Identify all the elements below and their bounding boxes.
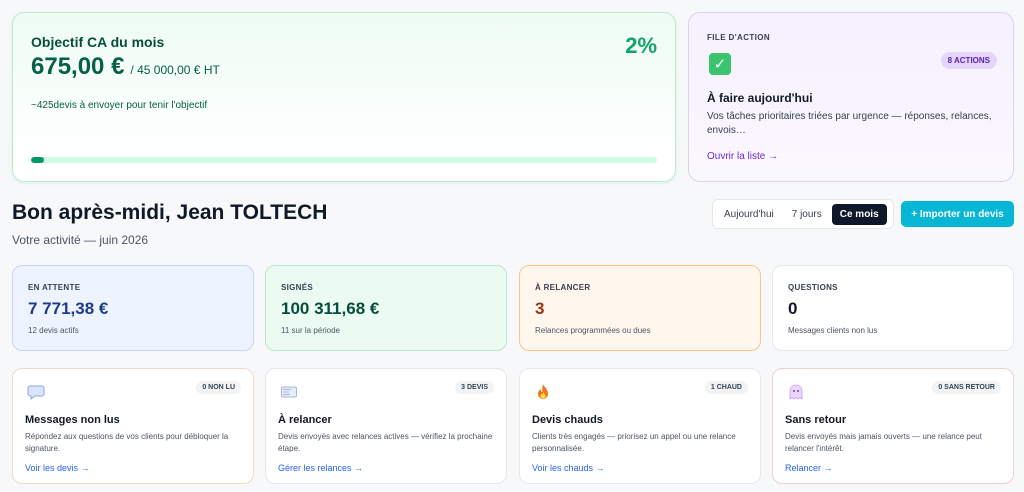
task-description: Répondez aux questions de vos clients po… [25,432,229,453]
view-quotes-link[interactable]: Voir les devis → [25,463,90,473]
stat-card-relance[interactable]: À RELANCER 3 Relances programmées ou due… [519,265,761,351]
speech-bubble-icon [27,385,45,400]
stat-card-signed[interactable]: SIGNÉS 100 311,68 € 11 sur la période [265,265,507,351]
stat-card-questions[interactable]: QUESTIONS 0 Messages clients non lus [772,265,1014,351]
period-7days-button[interactable]: 7 jours [784,204,830,225]
stat-sub: 11 sur la période [281,326,340,335]
task-title: À relancer [278,414,332,426]
objective-target: / 45 000,00 € HT [130,63,220,77]
objective-amount: 675,00 € [31,53,125,80]
period-switch: Aujourd'hui 7 jours Ce mois [712,199,894,229]
action-file-title: À faire aujourd'hui [707,91,813,105]
objective-progress-fill [31,157,44,163]
objective-title: Objectif CA du mois [31,34,165,50]
objective-amount-row: 675,00 € / 45 000,00 € HT [31,53,220,81]
task-description: Devis envoyés avec relances actives — vé… [278,432,493,453]
task-title: Messages non lus [25,414,120,426]
stat-card-pending[interactable]: EN ATTENTE 7 771,38 € 12 devis actifs [12,265,254,351]
task-badge: 0 SANS RETOUR [932,381,1001,394]
stat-value: 100 311,68 € [281,299,380,318]
envelope-icon [281,386,297,398]
objective-card: Objectif CA du mois 675,00 € / 45 000,00… [12,12,676,182]
stat-label: EN ATTENTE [28,283,81,292]
task-badge: 1 CHAUD [704,381,748,394]
task-card-relance: 3 DEVIS À relancer Devis envoyés avec re… [265,368,507,484]
action-file-card: FILE D'ACTION ✓ 8 ACTIONS À faire aujour… [688,12,1014,182]
period-today-button[interactable]: Aujourd'hui [716,204,782,225]
period-month-button[interactable]: Ce mois [831,203,887,225]
stat-label: QUESTIONS [788,283,838,292]
objective-progress-bar [31,157,657,163]
stat-sub: 12 devis actifs [28,326,79,335]
objective-percent: 2% [625,33,657,58]
open-list-link[interactable]: Ouvrir la liste → [707,151,778,162]
ghost-icon [789,384,803,400]
view-hot-link[interactable]: Voir les chauds → [532,463,605,473]
objective-note: ~425devis à envoyer pour tenir l'objecti… [31,100,208,111]
stat-value: 0 [788,299,798,318]
action-file-kicker: FILE D'ACTION [707,33,771,42]
task-card-no-reply: 0 SANS RETOUR Sans retour Devis envoyés … [772,368,1014,484]
stat-sub: Messages clients non lus [788,326,878,335]
task-title: Sans retour [785,414,847,426]
action-file-description: Vos tâches prioritaires triées par urgen… [707,111,992,136]
stat-value: 3 [535,299,545,318]
stat-label: SIGNÉS [281,283,314,292]
flame-icon [538,384,548,399]
task-card-messages: 0 NON LU Messages non lus Répondez aux q… [12,368,254,484]
task-card-hot: 1 CHAUD Devis chauds Clients très engagé… [519,368,761,484]
page-subtitle: Votre activité — juin 2026 [12,233,149,247]
stat-sub: Relances programmées ou dues [535,326,651,335]
task-badge: 3 DEVIS [455,381,494,394]
import-quote-button[interactable]: + Importer un devis [901,201,1014,227]
task-description: Devis envoyés mais jamais ouverts — une … [785,432,982,453]
manage-reminders-link[interactable]: Gérer les relances → [278,463,363,473]
check-box-icon: ✓ [709,53,731,75]
stat-label: À RELANCER [535,283,591,292]
remind-link[interactable]: Relancer → [785,463,833,473]
task-badge: 0 NON LU [196,381,241,394]
stat-value: 7 771,38 € [28,299,109,318]
page-title: Bon après-midi, Jean TOLTECH [12,201,328,224]
task-description: Clients très engagés — priorisez un appe… [532,432,736,453]
task-title: Devis chauds [532,414,603,426]
action-count-badge: 8 ACTIONS [940,52,997,69]
